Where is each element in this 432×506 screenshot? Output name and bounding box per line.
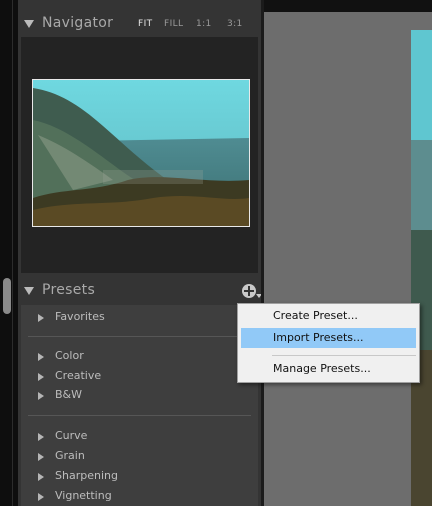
disclosure-triangle-icon[interactable] <box>38 373 44 381</box>
import-presets-label: Import Presets... <box>273 331 364 344</box>
disclosure-triangle-icon[interactable] <box>38 353 44 361</box>
preset-folder-creative[interactable]: Creative <box>38 369 238 385</box>
disclosure-triangle-icon[interactable] <box>38 493 44 501</box>
preset-divider <box>28 415 251 416</box>
zoom-fill-option[interactable]: FILL <box>164 19 183 29</box>
preset-folder-label: Vignetting <box>55 489 112 502</box>
left-panel: Navigator FIT FILL 1:1 3:1 Presets Favor… <box>18 0 262 506</box>
preset-folder-vignetting[interactable]: Vignetting <box>38 489 238 505</box>
main-photo[interactable] <box>411 30 432 506</box>
preset-folder-label: Grain <box>55 449 85 462</box>
preset-folder-label: Curve <box>55 429 88 442</box>
zoom-3-1-option[interactable]: 3:1 <box>227 19 243 29</box>
presets-list: Favorites Color Creative B&W Curve Grain… <box>21 305 258 506</box>
presets-header[interactable]: Presets <box>18 279 261 305</box>
disclosure-triangle-icon[interactable] <box>38 473 44 481</box>
zoom-1-1-option[interactable]: 1:1 <box>196 19 212 29</box>
expand-triangle-icon[interactable] <box>24 20 34 28</box>
navigator-preview[interactable] <box>21 37 258 273</box>
left-edge-strip <box>0 0 18 506</box>
disclosure-triangle-icon[interactable] <box>38 433 44 441</box>
add-preset-icon[interactable] <box>242 284 256 298</box>
preset-folder-curve[interactable]: Curve <box>38 429 238 445</box>
left-edge-line <box>12 0 13 506</box>
zoom-fit-option[interactable]: FIT <box>138 19 153 29</box>
preset-folder-label: Creative <box>55 369 102 382</box>
disclosure-triangle-icon[interactable] <box>38 392 44 400</box>
create-preset-menu-item[interactable]: Create Preset... <box>241 306 416 326</box>
preset-folder-favorites[interactable]: Favorites <box>38 310 238 326</box>
preset-folder-sharpening[interactable]: Sharpening <box>38 469 238 485</box>
presets-title: Presets <box>42 282 96 298</box>
image-canvas[interactable] <box>264 12 432 506</box>
preset-folder-color[interactable]: Color <box>38 349 238 365</box>
import-presets-menu-item[interactable]: Import Presets... <box>241 328 416 348</box>
navigator-header[interactable]: Navigator FIT FILL 1:1 3:1 <box>18 12 261 38</box>
disclosure-triangle-icon[interactable] <box>38 453 44 461</box>
panel-scrollbar-thumb[interactable] <box>3 278 11 314</box>
preset-folder-label: Color <box>55 349 84 362</box>
preset-folder-label: B&W <box>55 388 83 401</box>
preset-divider <box>28 336 251 337</box>
navigator-thumbnail[interactable] <box>32 79 250 227</box>
preset-folder-label: Favorites <box>55 310 105 323</box>
presets-context-menu: Create Preset... Import Presets... Manag… <box>237 303 420 383</box>
preset-folder-bw[interactable]: B&W <box>38 388 238 404</box>
disclosure-triangle-icon[interactable] <box>38 314 44 322</box>
manage-presets-menu-item[interactable]: Manage Presets... <box>241 359 416 379</box>
manage-presets-label: Manage Presets... <box>273 362 371 375</box>
expand-triangle-icon[interactable] <box>24 287 34 295</box>
preset-folder-grain[interactable]: Grain <box>38 449 238 465</box>
preset-folder-label: Sharpening <box>55 469 118 482</box>
menu-separator <box>272 355 416 356</box>
navigator-title: Navigator <box>42 15 114 31</box>
create-preset-label: Create Preset... <box>273 309 358 322</box>
